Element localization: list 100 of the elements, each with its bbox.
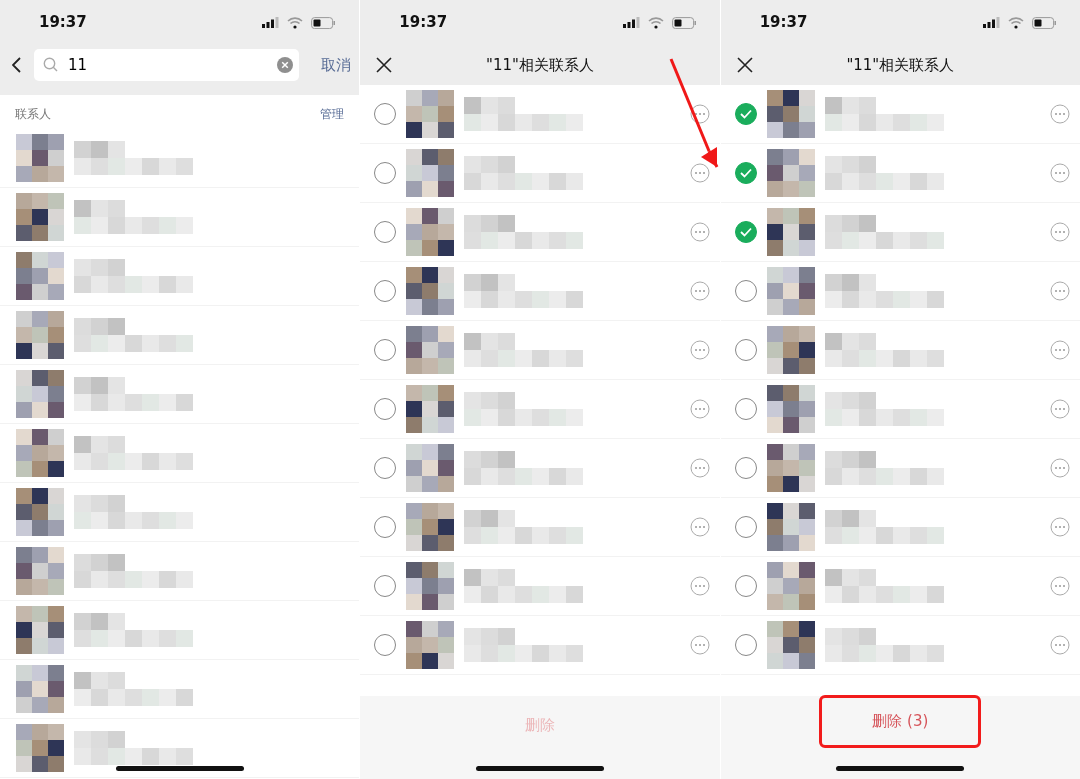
more-button[interactable] bbox=[1050, 104, 1070, 124]
select-checkbox[interactable] bbox=[374, 103, 397, 125]
more-icon bbox=[689, 163, 710, 183]
wifi-icon bbox=[1008, 16, 1024, 29]
more-icon bbox=[689, 104, 710, 124]
pixelated-avatar bbox=[16, 665, 64, 713]
search-field[interactable]: 11 bbox=[34, 49, 300, 81]
more-button[interactable] bbox=[1050, 458, 1070, 478]
select-checkbox[interactable] bbox=[374, 575, 397, 597]
select-checkbox[interactable] bbox=[374, 634, 397, 656]
pixelated-avatar bbox=[406, 326, 455, 374]
cancel-button[interactable]: 取消 bbox=[311, 53, 360, 77]
check-icon bbox=[738, 226, 753, 238]
check-icon bbox=[738, 108, 753, 120]
more-button[interactable] bbox=[1050, 576, 1070, 596]
pixelated-avatar bbox=[406, 503, 455, 551]
select-checkbox[interactable] bbox=[734, 398, 757, 420]
more-button[interactable] bbox=[689, 104, 710, 124]
more-icon bbox=[1050, 576, 1070, 596]
more-icon bbox=[689, 458, 710, 478]
pixelated-avatar bbox=[406, 562, 455, 610]
pixelated-avatar bbox=[766, 444, 815, 492]
more-button[interactable] bbox=[689, 635, 710, 655]
more-icon bbox=[1050, 517, 1070, 537]
select-checkbox[interactable] bbox=[374, 457, 397, 479]
select-checkbox[interactable] bbox=[734, 221, 757, 243]
more-icon bbox=[1050, 222, 1070, 242]
more-button[interactable] bbox=[1050, 281, 1070, 301]
signal-icon bbox=[262, 17, 280, 28]
clear-button[interactable] bbox=[277, 57, 294, 73]
pixelated-avatar bbox=[766, 562, 815, 610]
clear-icon bbox=[277, 57, 294, 73]
pixelated-avatar bbox=[406, 385, 455, 433]
back-button[interactable] bbox=[12, 57, 22, 73]
status-time: 19:37 bbox=[39, 12, 87, 34]
pixelated-avatar bbox=[406, 621, 455, 669]
more-button[interactable] bbox=[689, 399, 710, 419]
select-checkbox[interactable] bbox=[734, 575, 757, 597]
more-icon bbox=[689, 576, 710, 596]
more-button[interactable] bbox=[689, 222, 710, 242]
select-checkbox[interactable] bbox=[734, 634, 757, 656]
select-checkbox[interactable] bbox=[734, 339, 757, 361]
select-checkbox[interactable] bbox=[734, 457, 757, 479]
select-checkbox[interactable] bbox=[374, 516, 397, 538]
more-button[interactable] bbox=[1050, 340, 1070, 360]
wifi-icon bbox=[647, 16, 664, 29]
more-button[interactable] bbox=[1050, 163, 1070, 183]
pixelated-avatar bbox=[766, 208, 815, 256]
more-icon bbox=[1050, 340, 1070, 360]
pixelated-avatar bbox=[766, 149, 815, 197]
more-icon bbox=[689, 222, 710, 242]
section-title: 联系人 bbox=[15, 106, 51, 123]
select-checkbox[interactable] bbox=[374, 339, 397, 361]
manage-link[interactable]: 管理 bbox=[320, 105, 345, 123]
check-icon bbox=[738, 167, 753, 179]
more-button[interactable] bbox=[689, 517, 710, 537]
pixelated-avatar bbox=[766, 503, 815, 551]
pixelated-avatar bbox=[766, 90, 815, 138]
back-icon bbox=[12, 57, 22, 73]
pixelated-avatar bbox=[406, 149, 455, 197]
pixelated-avatar bbox=[406, 267, 455, 315]
battery-icon bbox=[311, 16, 336, 29]
select-checkbox[interactable] bbox=[374, 398, 397, 420]
pixelated-avatar bbox=[406, 208, 455, 256]
select-checkbox[interactable] bbox=[374, 221, 397, 243]
pixelated-avatar bbox=[16, 488, 64, 536]
pixelated-avatar bbox=[16, 311, 64, 359]
more-icon bbox=[689, 281, 710, 301]
more-button[interactable] bbox=[689, 340, 710, 360]
pixelated-avatar bbox=[766, 326, 815, 374]
select-checkbox[interactable] bbox=[734, 103, 757, 125]
more-icon bbox=[689, 517, 710, 537]
more-button[interactable] bbox=[689, 281, 710, 301]
more-icon bbox=[1050, 104, 1070, 124]
pixelated-avatar bbox=[16, 252, 64, 300]
more-button[interactable] bbox=[1050, 517, 1070, 537]
more-button[interactable] bbox=[1050, 635, 1070, 655]
select-checkbox[interactable] bbox=[734, 516, 757, 538]
screen-title: "11"相关联系人 bbox=[846, 54, 955, 76]
pixelated-avatar bbox=[16, 724, 64, 772]
pixelated-avatar bbox=[16, 193, 64, 241]
select-checkbox[interactable] bbox=[374, 280, 397, 302]
pixelated-avatar bbox=[16, 606, 64, 654]
more-button[interactable] bbox=[689, 458, 710, 478]
select-checkbox[interactable] bbox=[374, 162, 397, 184]
more-icon bbox=[1050, 281, 1070, 301]
close-icon bbox=[736, 57, 753, 73]
pixelated-avatar bbox=[766, 267, 815, 315]
pixelated-avatar bbox=[16, 370, 64, 418]
pixelated-avatar bbox=[766, 621, 815, 669]
status-time: 19:37 bbox=[399, 12, 448, 34]
battery-icon bbox=[1032, 16, 1056, 29]
more-icon bbox=[689, 635, 710, 655]
select-checkbox[interactable] bbox=[734, 162, 757, 184]
more-button[interactable] bbox=[689, 576, 710, 596]
more-button[interactable] bbox=[1050, 222, 1070, 242]
more-button[interactable] bbox=[1050, 399, 1070, 419]
select-checkbox[interactable] bbox=[734, 280, 757, 302]
signal-icon bbox=[983, 17, 1000, 28]
more-button[interactable] bbox=[689, 163, 710, 183]
